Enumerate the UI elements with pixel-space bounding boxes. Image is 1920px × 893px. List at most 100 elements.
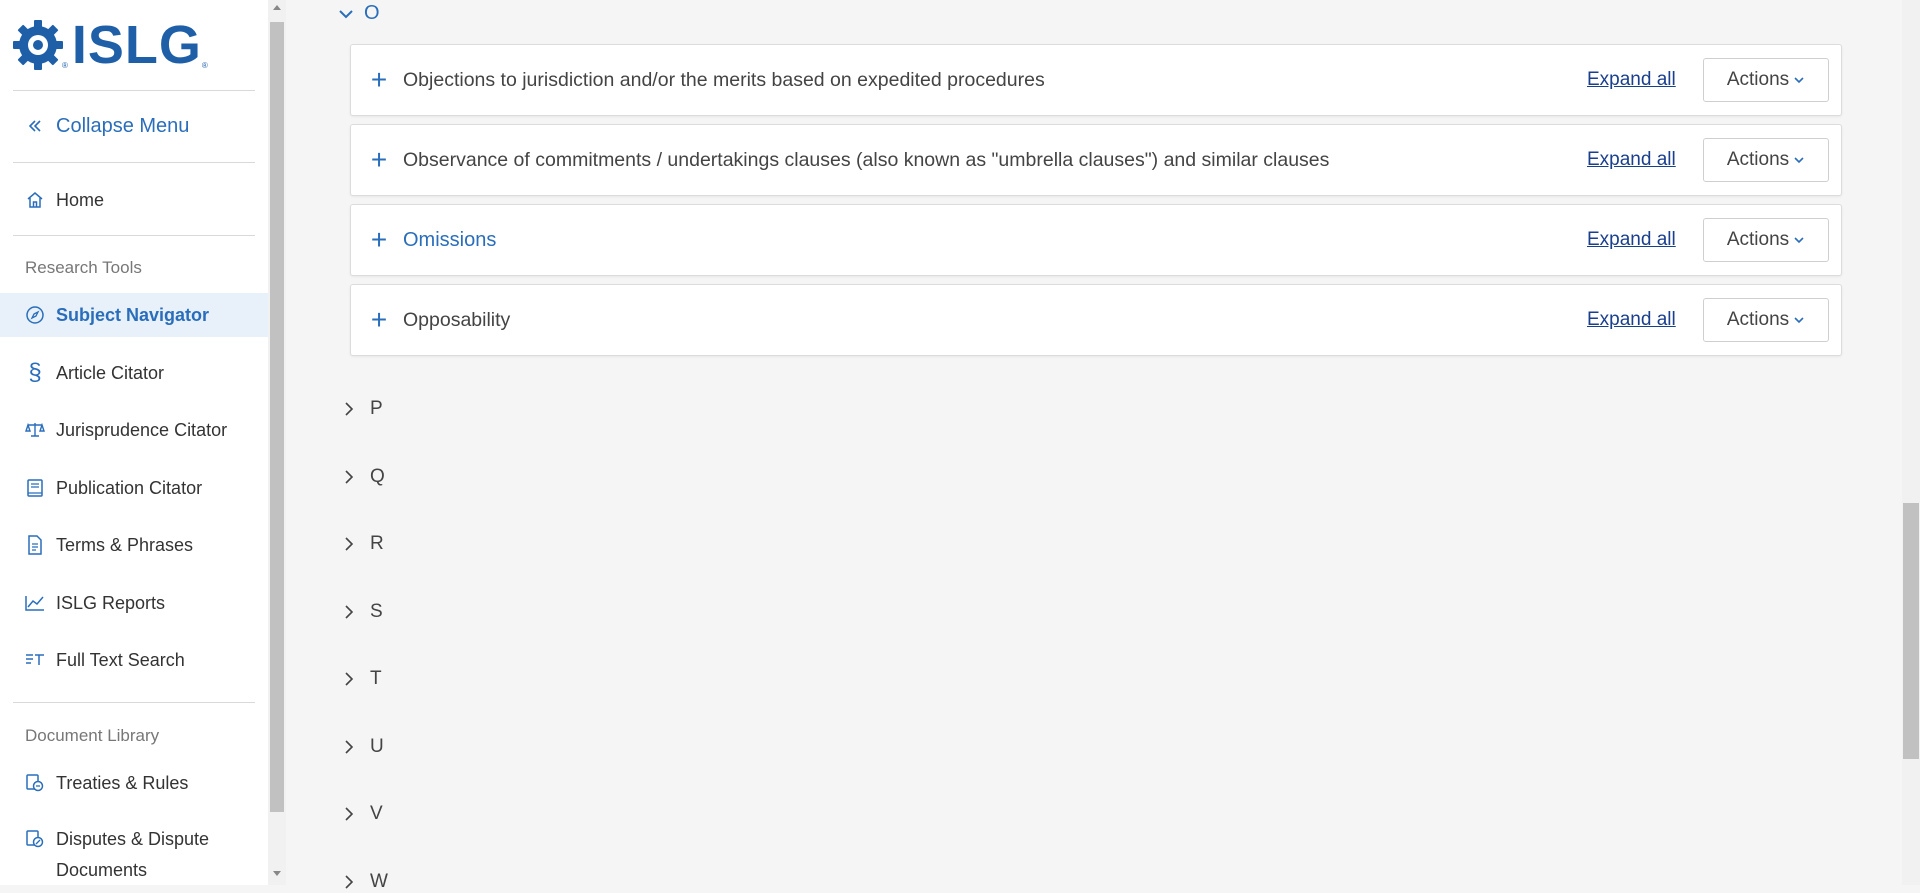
subject-entry: + Observance of commitments / undertakin… <box>350 124 1842 196</box>
subject-entry: + Objections to jurisdiction and/or the … <box>350 44 1842 116</box>
letter-section-t-toggle[interactable]: T <box>342 668 382 690</box>
sidebar-item-article-citator[interactable]: § Article Citator <box>0 353 268 393</box>
divider <box>13 162 255 163</box>
collapse-menu-label: Collapse Menu <box>56 114 190 137</box>
chevron-down-icon <box>1794 317 1804 324</box>
sidebar-item-disputes-documents[interactable]: Disputes & Dispute Documents <box>0 822 268 882</box>
actions-button[interactable]: Actions <box>1703 218 1829 262</box>
sidebar-item-label: Subject Navigator <box>56 304 210 325</box>
document-library-heading: Document Library <box>25 726 160 745</box>
sidebar-item-label-line1: Disputes & Dispute <box>56 829 210 849</box>
actions-button[interactable]: Actions <box>1703 138 1829 182</box>
actions-label: Actions <box>1726 229 1790 250</box>
letter-label: W <box>370 871 388 892</box>
sidebar-item-label: ISLG Reports <box>56 592 166 613</box>
letter-section-p-toggle[interactable]: P <box>342 398 383 420</box>
scales-icon <box>24 419 46 441</box>
registered-mark: ® <box>62 61 68 70</box>
islg-logo[interactable]: ® ISLG ® <box>12 18 208 72</box>
sidebar: ® ISLG ® Collapse Menu Home Research Too… <box>0 0 268 885</box>
dispute-icon <box>24 828 46 850</box>
letter-label: Q <box>370 466 385 487</box>
main-scrollbar-thumb[interactable] <box>1903 503 1919 759</box>
letter-section-r-toggle[interactable]: R <box>342 533 384 555</box>
subject-entry: + Omissions Expand all Actions <box>350 204 1842 276</box>
chevron-right-icon <box>345 807 354 821</box>
letter-label: T <box>370 668 382 689</box>
sidebar-item-home[interactable]: Home <box>0 180 268 220</box>
sidebar-item-full-text-search[interactable]: Full Text Search <box>0 640 268 680</box>
subject-entry: + Opposability Expand all Actions <box>350 284 1842 356</box>
chevron-right-icon <box>345 537 354 551</box>
logo-text: ISLG <box>71 15 202 75</box>
scroll-up-arrow-icon[interactable] <box>273 5 281 10</box>
divider <box>13 702 255 703</box>
sidebar-item-label: Disputes & Dispute Documents <box>56 824 209 885</box>
letter-section-w-toggle[interactable]: W <box>342 871 388 893</box>
letter-section-o-toggle[interactable]: O <box>338 2 380 25</box>
plus-icon[interactable]: + <box>369 66 389 94</box>
plus-icon[interactable]: + <box>369 306 389 334</box>
actions-label: Actions <box>1726 69 1790 90</box>
plus-icon[interactable]: + <box>369 226 389 254</box>
chevron-right-icon <box>345 740 354 754</box>
actions-label: Actions <box>1726 149 1790 170</box>
main-content: O + Objections to jurisdiction and/or th… <box>286 0 1902 892</box>
sidebar-item-jurisprudence-citator[interactable]: Jurisprudence Citator <box>0 410 268 450</box>
collapse-menu-button[interactable]: Collapse Menu <box>0 106 268 146</box>
home-icon <box>24 189 46 211</box>
sidebar-item-terms-phrases[interactable]: Terms & Phrases <box>0 525 268 565</box>
divider <box>13 90 255 91</box>
document-icon <box>24 534 46 556</box>
sidebar-item-publication-citator[interactable]: Publication Citator <box>0 468 268 508</box>
book-icon <box>24 477 46 499</box>
chevron-right-icon <box>345 875 354 889</box>
sidebar-item-label: Terms & Phrases <box>56 534 194 555</box>
compass-icon <box>24 304 46 326</box>
expand-all-link[interactable]: Expand all <box>1587 69 1676 91</box>
text-search-icon <box>24 649 46 671</box>
chevron-right-icon <box>345 470 354 484</box>
letter-section-s-toggle[interactable]: S <box>342 601 383 623</box>
subject-title: Objections to jurisdiction and/or the me… <box>403 68 1045 91</box>
letter-label: O <box>364 2 380 24</box>
sidebar-item-label: Home <box>56 189 105 210</box>
actions-label: Actions <box>1726 309 1790 330</box>
registered-mark: ® <box>201 61 208 70</box>
chevron-right-icon <box>345 672 354 686</box>
sidebar-item-subject-navigator[interactable]: Subject Navigator <box>0 293 268 337</box>
expand-all-link[interactable]: Expand all <box>1587 149 1676 171</box>
chevron-down-icon <box>1794 237 1804 244</box>
letter-label: P <box>370 398 383 419</box>
expand-all-link[interactable]: Expand all <box>1587 229 1676 251</box>
sidebar-item-label: Article Citator <box>56 362 165 383</box>
actions-button[interactable]: Actions <box>1703 298 1829 342</box>
letter-section-u-toggle[interactable]: U <box>342 736 384 758</box>
sidebar-item-treaties-rules[interactable]: Treaties & Rules <box>0 763 268 803</box>
scroll-down-arrow-icon[interactable] <box>273 871 281 876</box>
expand-all-link[interactable]: Expand all <box>1587 309 1676 331</box>
letter-label: U <box>370 736 384 757</box>
chevron-down-icon <box>1794 157 1804 164</box>
actions-button[interactable]: Actions <box>1703 58 1829 102</box>
letter-label: S <box>370 601 383 622</box>
letter-section-v-toggle[interactable]: V <box>342 803 383 825</box>
plus-icon[interactable]: + <box>369 146 389 174</box>
sidebar-item-islg-reports[interactable]: ISLG Reports <box>0 583 268 623</box>
sidebar-scrollbar-thumb[interactable] <box>270 22 284 812</box>
letter-label: R <box>370 533 384 554</box>
treaty-icon <box>24 772 46 794</box>
letter-section-q-toggle[interactable]: Q <box>342 466 385 488</box>
divider <box>13 235 255 236</box>
subject-title-link[interactable]: Omissions <box>403 229 496 252</box>
subject-title: Observance of commitments / undertakings… <box>403 148 1330 171</box>
chevron-down-icon <box>1794 77 1804 84</box>
sidebar-item-label: Treaties & Rules <box>56 772 189 793</box>
double-chevron-left-icon <box>24 115 46 137</box>
gear-logo-icon <box>13 20 63 70</box>
chevron-right-icon <box>345 605 354 619</box>
subject-title: Opposability <box>403 308 511 331</box>
sidebar-item-label: Full Text Search <box>56 649 185 670</box>
research-tools-heading: Research Tools <box>25 258 142 277</box>
section-icon: § <box>28 359 42 386</box>
